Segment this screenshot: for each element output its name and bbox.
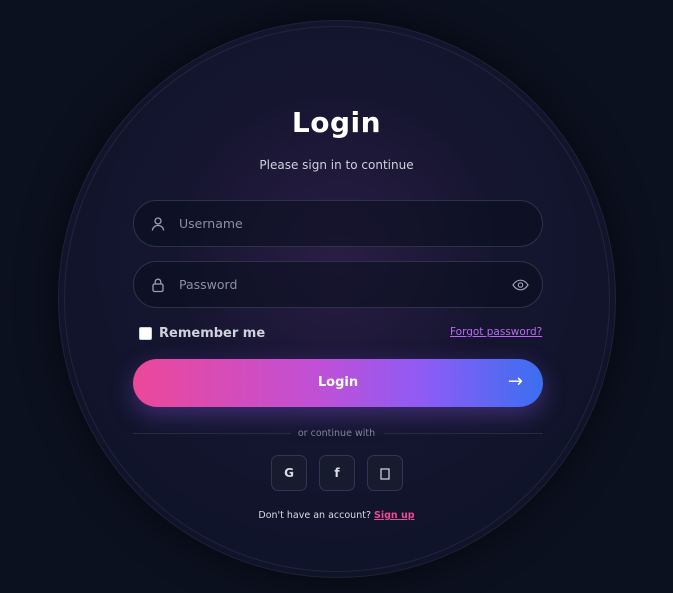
eye-icon[interactable] [512,277,529,293]
login-button-label: Login [317,375,359,390]
forgot-password-link[interactable]: Forgot password? [450,326,542,338]
page-title: Login [291,106,382,139]
apple-icon [380,467,390,480]
login-screen: Login Please sign in to continue Remembe… [0,0,673,593]
google-button[interactable]: G [271,455,307,491]
divider-label: or continue with [297,428,376,439]
signup-link[interactable]: Sign up [374,510,415,521]
checkbox-box[interactable] [139,326,152,340]
password-input[interactable] [179,262,499,307]
divider-text: or continue with [0,428,673,439]
facebook-button[interactable]: f [319,455,355,491]
remember-me-label: Remember me [159,325,266,341]
signup-prompt: Don't have an account? [258,510,371,521]
user-icon [151,217,165,231]
remember-me-checkbox[interactable]: Remember me [139,324,265,342]
facebook-icon: f [334,466,340,480]
page-subtitle: Please sign in to continue [259,158,414,172]
apple-button[interactable] [367,455,403,491]
username-input[interactable] [179,201,499,246]
signup-row: Don't have an account? Sign up [0,510,673,521]
lock-icon [152,278,164,293]
login-button[interactable]: Login → [133,359,543,407]
arrow-right-icon: → [507,371,523,392]
password-field[interactable] [133,261,543,308]
username-field[interactable] [133,200,543,247]
google-icon: G [284,466,294,480]
